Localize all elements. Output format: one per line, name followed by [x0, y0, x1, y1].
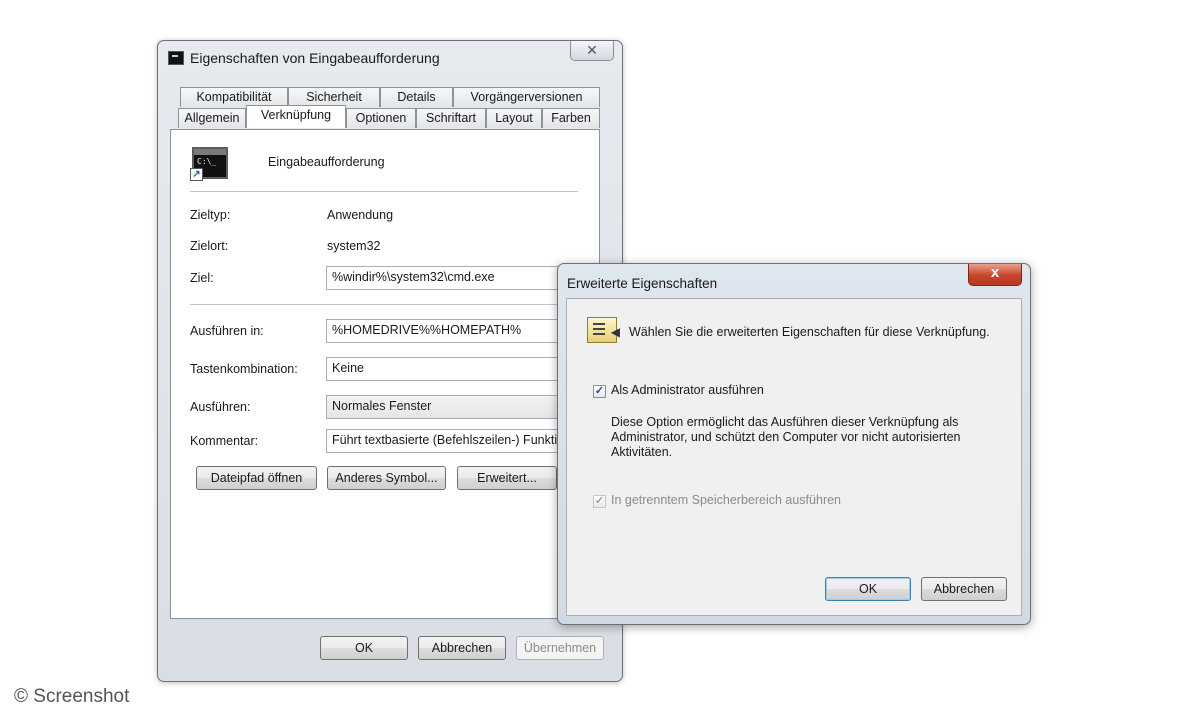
advanced-properties-dialog: Erweiterte Eigenschaften x ◀ Wählen Sie … — [557, 263, 1031, 625]
advanced-dialog-body: ◀ Wählen Sie die erweiterten Eigenschaft… — [566, 298, 1022, 616]
properties-icon: ◀ — [587, 317, 620, 343]
copyright-watermark: © Screenshot — [14, 686, 130, 707]
ausfuehren-select[interactable]: Normales Fenster — [326, 395, 584, 419]
close-icon: ✕ — [586, 42, 598, 58]
advanced-ok-button[interactable]: OK — [825, 577, 911, 601]
console-app-icon — [168, 51, 184, 65]
zieltyp-value: Anwendung — [327, 208, 394, 222]
advanced-button[interactable]: Erweitert... — [457, 466, 557, 490]
tab-layout[interactable]: Layout — [486, 108, 542, 128]
run-as-admin-checkbox[interactable]: ✓ — [593, 385, 606, 398]
properties-dialog: Eigenschaften von Eingabeaufforderung ✕ … — [157, 40, 623, 682]
advanced-cancel-button[interactable]: Abbrechen — [921, 577, 1007, 601]
tab-allgemein[interactable]: Allgemein — [178, 108, 246, 128]
console-titlebar-shape — [194, 149, 226, 155]
tab-details[interactable]: Details — [380, 87, 453, 107]
ziel-label: Ziel: — [190, 271, 214, 285]
kommentar-label: Kommentar: — [190, 434, 259, 448]
change-icon-button[interactable]: Anderes Symbol... — [327, 466, 446, 490]
tab-optionen[interactable]: Optionen — [346, 108, 416, 128]
zieltyp-label: Zieltyp: — [190, 208, 231, 222]
apply-button[interactable]: Übernehmen — [516, 636, 604, 660]
open-file-location-button[interactable]: Dateipfad öffnen — [196, 466, 317, 490]
tab-verknuepfung[interactable]: Verknüpfung — [246, 105, 346, 128]
tab-schriftart[interactable]: Schriftart — [416, 108, 486, 128]
advanced-close-button[interactable]: x — [968, 264, 1022, 286]
ausfuehren-in-input[interactable]: %HOMEDRIVE%%HOMEPATH% — [326, 319, 584, 343]
ok-button[interactable]: OK — [320, 636, 408, 660]
shortcut-arrow-icon: ↗ — [190, 168, 203, 181]
run-as-admin-label[interactable]: Als Administrator ausführen — [611, 383, 764, 397]
run-as-admin-description: Diese Option ermöglicht das Ausführen di… — [611, 415, 961, 459]
separator — [190, 191, 578, 192]
zielort-label: Zielort: — [190, 239, 229, 253]
tab-kompatibilitaet[interactable]: Kompatibilität — [180, 87, 288, 107]
checkmark-icon: ✓ — [594, 385, 605, 397]
arrow-icon: ◀ — [610, 325, 620, 339]
advanced-intro-text: Wählen Sie die erweiterten Eigenschaften… — [629, 325, 990, 339]
separator — [190, 304, 584, 305]
kommentar-input[interactable]: Führt textbasierte (Befehlszeilen-) Funk… — [326, 429, 584, 453]
advanced-dialog-title: Erweiterte Eigenschaften — [567, 276, 718, 291]
checkmark-icon: ✓ — [594, 495, 605, 507]
tastenkombination-label: Tastenkombination: — [190, 362, 298, 376]
tab-sicherheit[interactable]: Sicherheit — [288, 87, 380, 107]
dialog-title: Eigenschaften von Eingabeaufforderung — [190, 50, 440, 66]
tab-farben[interactable]: Farben — [542, 108, 600, 128]
separate-memory-checkbox: ✓ — [593, 495, 606, 508]
ausfuehren-label: Ausführen: — [190, 400, 251, 414]
cancel-button[interactable]: Abbrechen — [418, 636, 506, 660]
command-prompt-icon: C:\_ ↗ — [190, 147, 228, 181]
close-button[interactable]: ✕ — [570, 41, 614, 61]
ziel-input[interactable]: %windir%\system32\cmd.exe — [326, 266, 584, 290]
tab-vorgaengerversionen[interactable]: Vorgängerversionen — [453, 87, 600, 107]
zielort-value: system32 — [327, 239, 381, 253]
tastenkombination-input[interactable]: Keine — [326, 357, 584, 381]
shortcut-name: Eingabeaufforderung — [268, 155, 385, 169]
console-prompt-text: C:\_ — [197, 157, 217, 166]
separate-memory-label: In getrenntem Speicherbereich ausführen — [611, 493, 842, 507]
close-icon: x — [990, 264, 1000, 281]
ausfuehren-in-label: Ausführen in: — [190, 324, 264, 338]
